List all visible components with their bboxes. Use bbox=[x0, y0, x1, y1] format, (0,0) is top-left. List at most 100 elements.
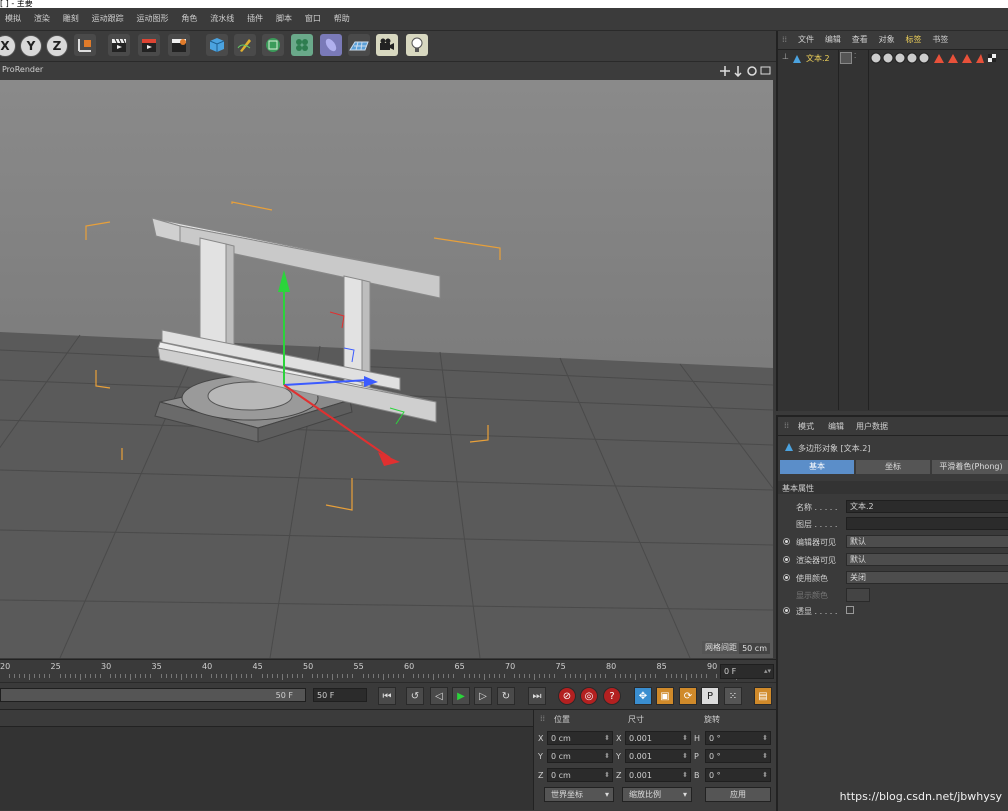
tab-basic[interactable]: 基本 bbox=[780, 460, 854, 474]
render-visible-dropdown[interactable]: 默认 bbox=[846, 553, 1008, 566]
pen-spline-button[interactable] bbox=[234, 34, 256, 56]
size-x-field[interactable]: 0.001 ⬍ bbox=[625, 731, 691, 745]
object-row[interactable]: ⊥ 文本.2 ⁚ bbox=[780, 52, 1008, 66]
light-button[interactable] bbox=[406, 34, 428, 56]
menu-item[interactable]: 帮助 bbox=[329, 8, 355, 29]
apply-button[interactable]: 应用 bbox=[705, 787, 771, 802]
object-list[interactable]: ⊥ 文本.2 ⁚ bbox=[778, 50, 1008, 410]
editor-visible-dropdown[interactable]: 默认 bbox=[846, 535, 1008, 548]
next-key-button[interactable]: ↻ bbox=[497, 687, 515, 705]
attr-menu-mode[interactable]: 模式 bbox=[798, 421, 814, 432]
pos-x-field[interactable]: 0 cm ⬍ bbox=[547, 731, 613, 745]
prev-key-button[interactable]: ↺ bbox=[406, 687, 424, 705]
stepper-icon[interactable]: ⬍ bbox=[604, 750, 610, 763]
prev-frame-button[interactable]: ◁ bbox=[430, 687, 448, 705]
size-y-field[interactable]: 0.001 ⬍ bbox=[625, 749, 691, 763]
record-rotation-button[interactable]: ⟳ bbox=[679, 687, 697, 705]
menu-item[interactable]: 雕刻 bbox=[58, 8, 84, 29]
panel-grip-icon[interactable]: ⁞⁞ bbox=[540, 714, 545, 723]
xray-checkbox[interactable] bbox=[846, 606, 854, 614]
render-to-picture-viewer-button[interactable] bbox=[138, 34, 160, 56]
visibility-toggle-icon[interactable] bbox=[840, 52, 852, 64]
record-active-button[interactable]: ⊘ bbox=[558, 687, 576, 705]
menu-item[interactable]: 插件 bbox=[242, 8, 268, 29]
stepper-icon[interactable]: ⬍ bbox=[682, 769, 688, 782]
end-frame-field[interactable]: 50 F bbox=[313, 688, 367, 702]
material-manager[interactable] bbox=[0, 709, 533, 810]
animate-radio[interactable] bbox=[783, 538, 790, 545]
size-z-field[interactable]: 0.001 ⬍ bbox=[625, 768, 691, 782]
3d-viewport[interactable]: 网格间距 50 cm bbox=[0, 80, 773, 658]
timeline-ruler[interactable]: 20 25 30 35 40 45 50 55 60 65 70 75 80 85 90 0 F ▴▾ bbox=[0, 659, 776, 682]
menu-item[interactable]: 脚本 bbox=[271, 8, 297, 29]
pos-y-field[interactable]: 0 cm ⬍ bbox=[547, 749, 613, 763]
display-color-swatch[interactable] bbox=[846, 588, 870, 602]
cloner-button[interactable] bbox=[291, 34, 313, 56]
object-name[interactable]: 文本.2 bbox=[806, 53, 830, 64]
record-position-button[interactable]: ✥ bbox=[634, 687, 652, 705]
frame-range-slider[interactable]: 50 F bbox=[0, 688, 306, 702]
panel-grip-icon[interactable]: ⁞⁞ bbox=[778, 31, 791, 49]
stepper-icon[interactable]: ⬍ bbox=[762, 750, 768, 763]
animate-radio[interactable] bbox=[783, 556, 790, 563]
record-pla-button[interactable]: ⁙ bbox=[724, 687, 742, 705]
tab-phong[interactable]: 平滑着色(Phong) bbox=[932, 460, 1008, 474]
go-to-end-button[interactable]: ⏭ bbox=[528, 687, 546, 705]
cube-primitive-button[interactable] bbox=[206, 34, 228, 56]
stepper-icon[interactable]: ▴▾ bbox=[764, 665, 771, 678]
keyframe-selection-button[interactable]: ? bbox=[603, 687, 621, 705]
axis-z-lock-button[interactable]: Z bbox=[46, 35, 68, 57]
play-button[interactable]: ▶ bbox=[452, 687, 470, 705]
rot-b-field[interactable]: 0 ° ⬍ bbox=[705, 768, 771, 782]
axis-x-lock-button[interactable]: X bbox=[0, 35, 16, 57]
coordinate-system-button[interactable] bbox=[74, 34, 96, 56]
rot-p-field[interactable]: 0 ° ⬍ bbox=[705, 749, 771, 763]
object-menu-tags[interactable]: 标签 bbox=[901, 31, 925, 49]
floor-button[interactable] bbox=[348, 34, 370, 56]
animate-radio[interactable] bbox=[783, 574, 790, 581]
object-menu-file[interactable]: 文件 bbox=[794, 31, 818, 49]
record-parameter-button[interactable]: P bbox=[701, 687, 719, 705]
render-settings-button[interactable] bbox=[168, 34, 190, 56]
menu-item[interactable]: 角色 bbox=[176, 8, 202, 29]
use-color-dropdown[interactable]: 关闭 bbox=[846, 571, 1008, 584]
menu-item[interactable]: 窗口 bbox=[300, 8, 326, 29]
autokey-button[interactable]: ◎ bbox=[580, 687, 598, 705]
panel-grip-icon[interactable]: ⁞⁞ bbox=[784, 421, 789, 430]
stepper-icon[interactable]: ⬍ bbox=[604, 769, 610, 782]
record-scale-button[interactable]: ▣ bbox=[656, 687, 674, 705]
animate-radio[interactable] bbox=[783, 607, 790, 614]
stepper-icon[interactable]: ⬍ bbox=[762, 732, 768, 745]
object-menu-view[interactable]: 查看 bbox=[848, 31, 872, 49]
stepper-icon[interactable]: ⬍ bbox=[682, 750, 688, 763]
next-frame-button[interactable]: ▷ bbox=[474, 687, 492, 705]
size-mode-dropdown[interactable]: 缩放比例 ▾ bbox=[622, 787, 692, 802]
menu-item[interactable]: 模拟 bbox=[0, 8, 26, 29]
current-frame-field[interactable]: 0 F ▴▾ bbox=[720, 664, 774, 679]
coordinate-mode-dropdown[interactable]: 世界坐标 ▾ bbox=[544, 787, 614, 802]
menu-item[interactable]: 运动跟踪 bbox=[87, 8, 129, 29]
object-menu-edit[interactable]: 编辑 bbox=[821, 31, 845, 49]
visibility-dots-icon[interactable]: ⁚ bbox=[854, 52, 856, 60]
stepper-icon[interactable]: ⬍ bbox=[762, 769, 768, 782]
deformer-button[interactable] bbox=[320, 34, 342, 56]
render-view-button[interactable] bbox=[108, 34, 130, 56]
camera-button[interactable] bbox=[376, 34, 398, 56]
menu-item[interactable]: 流水线 bbox=[205, 8, 239, 29]
menu-item[interactable]: 运动图形 bbox=[132, 8, 174, 29]
axis-y-lock-button[interactable]: Y bbox=[20, 35, 42, 57]
go-to-start-button[interactable]: ⏮ bbox=[378, 687, 396, 705]
subdivision-button[interactable] bbox=[262, 34, 284, 56]
stepper-icon[interactable]: ⬍ bbox=[682, 732, 688, 745]
tree-expand-icon[interactable]: ⊥ bbox=[782, 52, 789, 61]
name-field[interactable]: 文本.2 bbox=[846, 500, 1008, 513]
attr-menu-userdata[interactable]: 用户数据 bbox=[856, 421, 888, 432]
pos-z-field[interactable]: 0 cm ⬍ bbox=[547, 768, 613, 782]
viewport-nav-icons[interactable] bbox=[720, 65, 772, 77]
timeline-window-button[interactable]: ▤ bbox=[754, 687, 772, 705]
material-tags-icons[interactable] bbox=[870, 52, 1008, 64]
stepper-icon[interactable]: ⬍ bbox=[604, 732, 610, 745]
tab-coordinates[interactable]: 坐标 bbox=[856, 460, 930, 474]
menu-item[interactable]: 渲染 bbox=[29, 8, 55, 29]
object-menu-objects[interactable]: 对象 bbox=[875, 31, 899, 49]
